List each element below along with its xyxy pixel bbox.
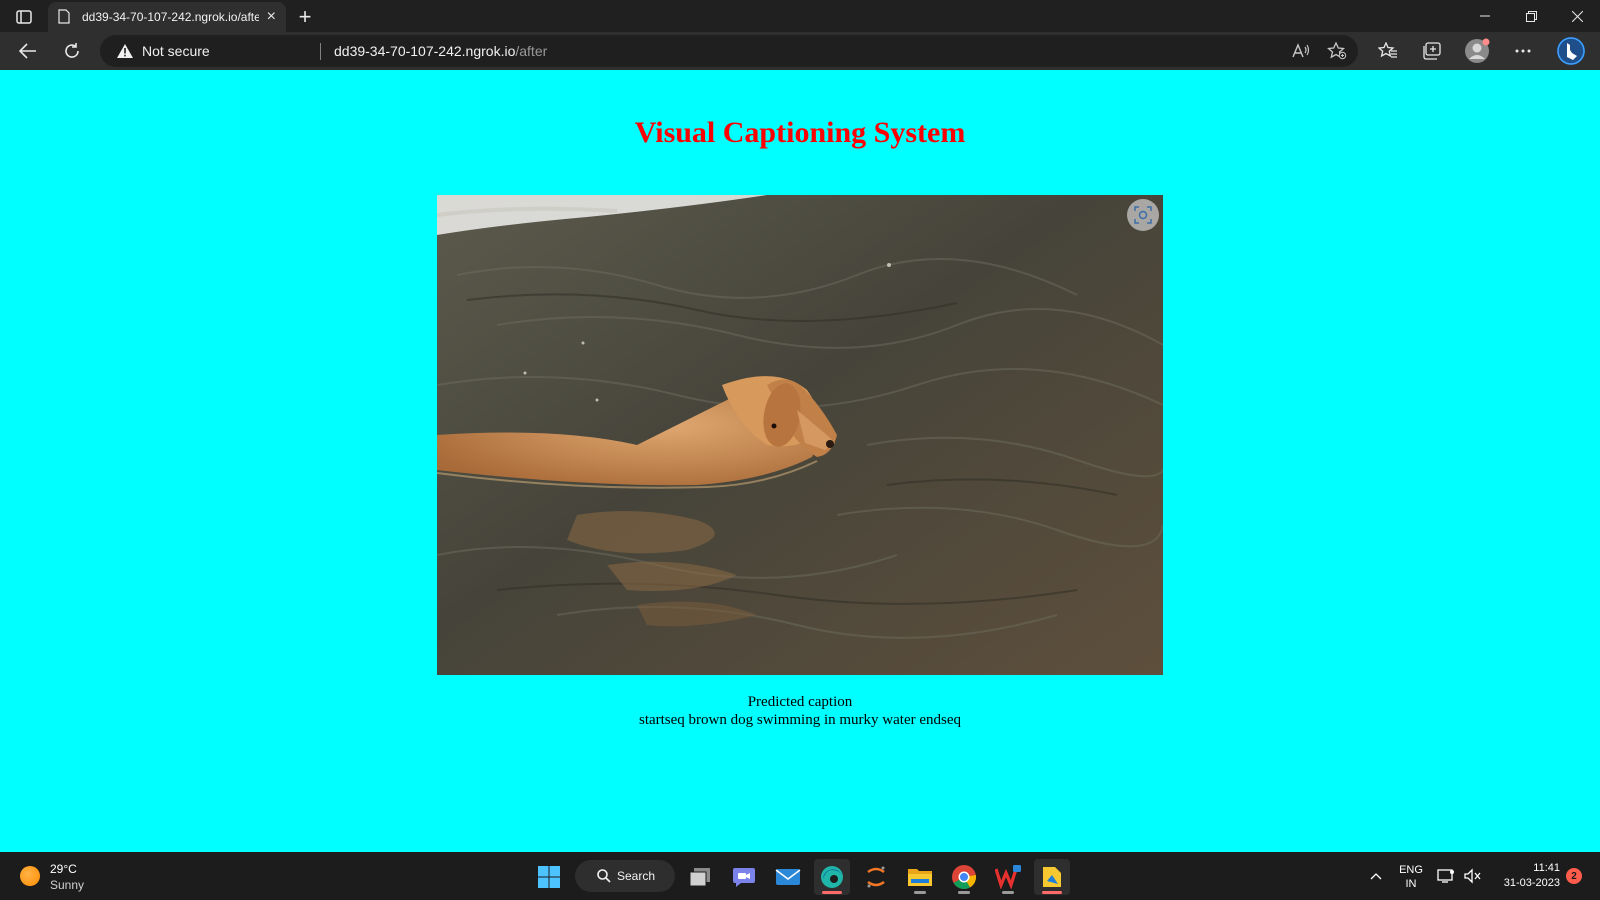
page-viewport: Visual Captioning System Predicted capti…	[0, 70, 1600, 852]
mail-icon[interactable]	[770, 859, 806, 895]
profile-avatar[interactable]	[1462, 36, 1492, 66]
url-path: /after	[515, 43, 548, 59]
close-window-button[interactable]	[1554, 0, 1600, 32]
active-tab[interactable]: dd39-34-70-107-242.ngrok.io/after ×	[48, 2, 286, 32]
language-code: ENG	[1399, 864, 1423, 876]
favorites-icon[interactable]	[1373, 36, 1403, 66]
page-title: Visual Captioning System	[634, 116, 966, 149]
refresh-button[interactable]	[56, 36, 88, 66]
language-indicator[interactable]: ENG IN	[1398, 863, 1424, 891]
system-clock[interactable]: 11:41 31-03-2023	[1490, 861, 1560, 891]
wps-office-icon[interactable]	[990, 859, 1026, 895]
browser-title-bar: dd39-34-70-107-242.ngrok.io/after × +	[0, 0, 1600, 32]
url-text[interactable]: dd39-34-70-107-242.ngrok.io/after	[334, 43, 547, 59]
show-hidden-icons-chevron-up-icon[interactable]	[1366, 866, 1386, 886]
caption-label: Predicted caption	[747, 694, 853, 710]
page-icon	[58, 9, 72, 25]
read-aloud-icon[interactable]	[1290, 41, 1312, 61]
clock-time: 11:41	[1533, 862, 1560, 874]
close-tab-icon[interactable]: ×	[267, 9, 276, 25]
running-indicator	[914, 891, 926, 894]
weather-condition[interactable]: Sunny	[50, 878, 84, 892]
back-button[interactable]	[12, 36, 44, 66]
active-indicator	[822, 891, 842, 894]
running-indicator	[1002, 891, 1014, 894]
address-divider	[320, 43, 321, 60]
search-icon	[597, 869, 611, 883]
clock-date: 31-03-2023	[1503, 877, 1560, 889]
uploaded-photo	[437, 195, 1163, 675]
restore-button[interactable]	[1508, 0, 1554, 32]
warning-icon[interactable]	[116, 43, 134, 59]
search-label: Search	[617, 869, 656, 883]
minimize-button[interactable]	[1462, 0, 1508, 32]
start-button[interactable]	[531, 859, 567, 895]
predicted-caption: startseq brown dog swimming in murky wat…	[638, 712, 962, 728]
task-view-icon[interactable]	[682, 859, 718, 895]
new-tab-button[interactable]: +	[292, 4, 318, 30]
bing-chat-icon[interactable]	[1556, 36, 1586, 66]
address-bar[interactable]: Not secure dd39-34-70-107-242.ngrok.io/a…	[100, 35, 1358, 67]
file-explorer-icon[interactable]	[902, 859, 938, 895]
volume-muted-icon[interactable]	[1463, 866, 1483, 886]
region-code: IN	[1405, 878, 1417, 890]
tab-title: dd39-34-70-107-242.ngrok.io/after	[82, 10, 259, 24]
teams-chat-icon[interactable]	[726, 859, 762, 895]
collections-icon[interactable]	[1417, 36, 1447, 66]
taskbar: 29°C Sunny Search ENG IN 11:41 31-03-202…	[0, 852, 1600, 900]
taskbar-search[interactable]: Search	[575, 860, 675, 892]
chrome-icon[interactable]	[946, 859, 982, 895]
active-indicator	[1042, 891, 1062, 894]
notification-badge[interactable]: 2	[1566, 868, 1582, 884]
visual-search-icon[interactable]	[1127, 199, 1159, 231]
more-options-icon[interactable]	[1508, 36, 1538, 66]
network-icon[interactable]	[1436, 866, 1456, 886]
weather-temperature[interactable]: 29°C	[50, 862, 77, 876]
browser-toolbar: Not secure dd39-34-70-107-242.ngrok.io/a…	[0, 32, 1600, 70]
sun-icon[interactable]	[20, 866, 40, 886]
url-host: dd39-34-70-107-242.ngrok.io	[334, 43, 516, 59]
add-favorite-icon[interactable]	[1326, 41, 1348, 61]
sticky-files-icon[interactable]	[1034, 859, 1070, 895]
running-indicator	[958, 891, 970, 894]
jupyter-icon[interactable]	[858, 859, 894, 895]
tab-actions-icon[interactable]	[10, 6, 38, 28]
security-label[interactable]: Not secure	[142, 43, 210, 59]
edge-browser-icon[interactable]	[814, 859, 850, 895]
